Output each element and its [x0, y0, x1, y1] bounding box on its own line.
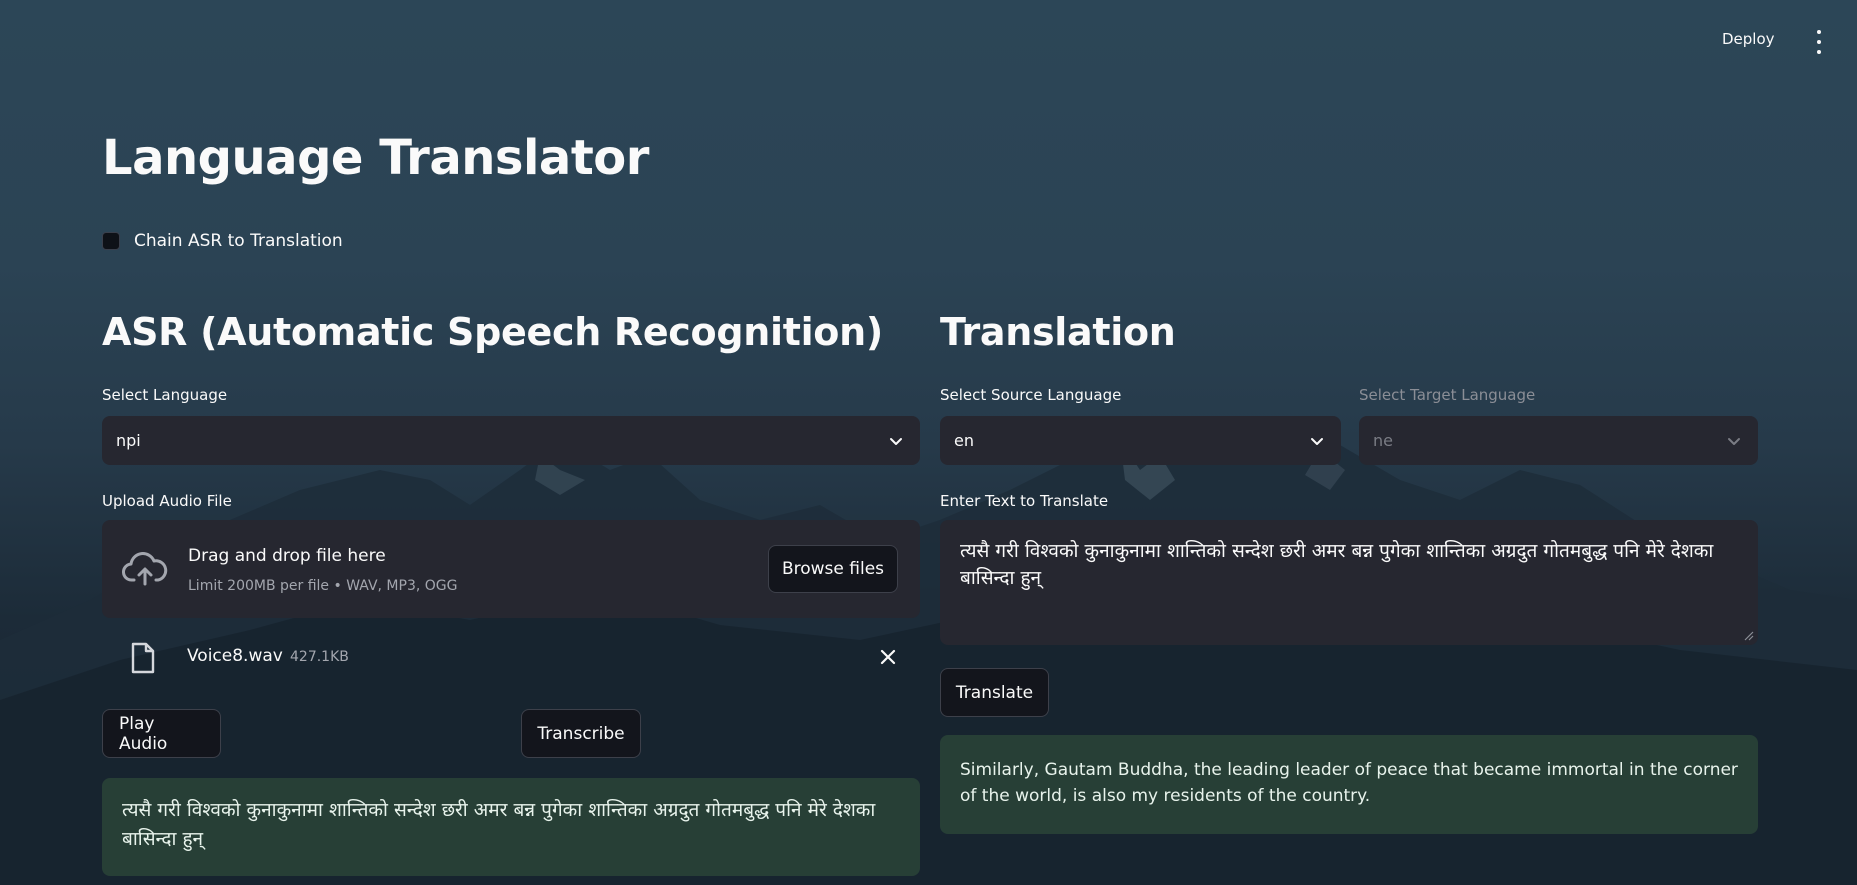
deploy-button[interactable]: Deploy — [1722, 30, 1775, 48]
cloud-upload-icon — [122, 552, 168, 586]
asr-result-box: त्यसै गरी विश्वको कुनाकुनामा शान्तिको सन… — [102, 778, 920, 876]
input-text-label: Enter Text to Translate — [940, 492, 1109, 510]
browse-files-button[interactable]: Browse files — [768, 545, 898, 593]
asr-section-title: ASR (Automatic Speech Recognition) — [102, 310, 883, 354]
chain-asr-checkbox[interactable]: Chain ASR to Translation — [102, 231, 343, 251]
dropzone-limit-text: Limit 200MB per file • WAV, MP3, OGG — [188, 578, 458, 594]
page-title: Language Translator — [102, 130, 649, 186]
file-name: Voice8.wav — [187, 646, 283, 666]
chevron-down-icon — [890, 437, 902, 445]
asr-language-value: npi — [116, 431, 141, 450]
file-icon — [131, 642, 155, 674]
source-language-label: Select Source Language — [940, 386, 1122, 404]
asr-language-label: Select Language — [102, 386, 228, 404]
file-size: 427.1KB — [290, 649, 349, 665]
play-audio-button[interactable]: Play Audio — [102, 709, 221, 758]
source-language-select[interactable]: en — [940, 416, 1341, 465]
file-uploader-dropzone[interactable]: Drag and drop file here Limit 200MB per … — [102, 520, 920, 618]
remove-file-close-icon[interactable] — [877, 646, 899, 668]
target-language-label: Select Target Language — [1359, 386, 1536, 404]
kebab-menu-icon[interactable] — [1812, 30, 1826, 54]
target-language-value: ne — [1373, 431, 1393, 450]
translate-text-input[interactable]: त्यसै गरी विश्वको कुनाकुनामा शान्तिको सन… — [940, 520, 1758, 645]
resize-handle-icon[interactable] — [1744, 631, 1754, 641]
checkbox-box[interactable] — [102, 232, 120, 250]
upload-label: Upload Audio File — [102, 492, 232, 510]
chain-asr-label: Chain ASR to Translation — [134, 231, 343, 251]
translation-result-box: Similarly, Gautam Buddha, the leading le… — [940, 735, 1758, 834]
asr-language-select[interactable]: npi — [102, 416, 920, 465]
transcribe-button[interactable]: Transcribe — [521, 709, 641, 758]
target-language-select: ne — [1359, 416, 1758, 465]
source-language-value: en — [954, 431, 974, 450]
translate-button[interactable]: Translate — [940, 668, 1049, 717]
translate-text-value: त्यसै गरी विश्वको कुनाकुनामा शान्तिको सन… — [960, 540, 1714, 589]
translation-section-title: Translation — [940, 310, 1176, 354]
chevron-down-icon — [1311, 437, 1323, 445]
uploaded-file-row: Voice8.wav 427.1KB — [102, 636, 920, 680]
chevron-down-icon — [1728, 437, 1740, 445]
dropzone-title: Drag and drop file here — [188, 546, 386, 566]
